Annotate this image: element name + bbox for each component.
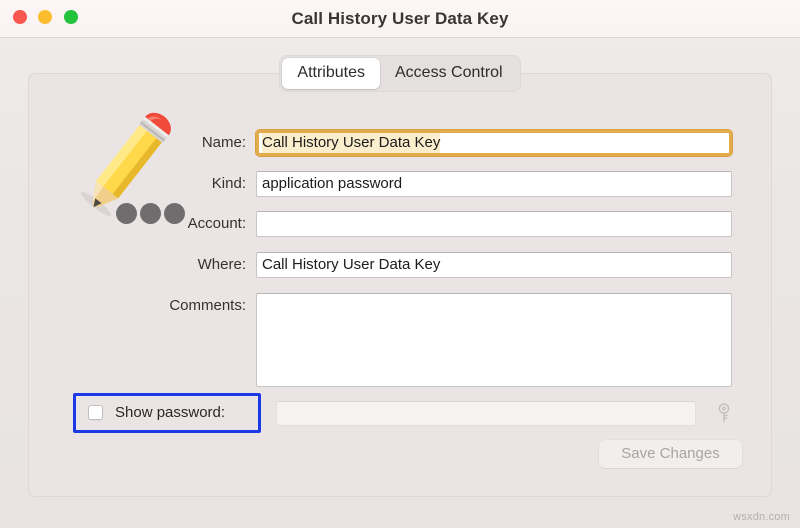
name-input-value: Call History User Data Key (262, 133, 440, 153)
title-bar: Call History User Data Key (0, 0, 800, 38)
name-input[interactable]: Call History User Data Key (256, 130, 732, 156)
row-account: Account: (28, 211, 732, 237)
password-input[interactable] (276, 401, 696, 426)
comments-input[interactable] (256, 293, 732, 387)
label-comments: Comments: (28, 293, 256, 319)
label-account: Account: (28, 211, 256, 237)
window-title: Call History User Data Key (0, 0, 800, 38)
tab-attributes[interactable]: Attributes (282, 58, 380, 89)
row-name: Name: Call History User Data Key (28, 130, 732, 156)
row-kind: Kind: application password (28, 171, 732, 197)
tab-bar: Attributes Access Control (0, 55, 800, 92)
row-where: Where: Call History User Data Key (28, 252, 732, 278)
label-where: Where: (28, 252, 256, 278)
pencil-icon (66, 103, 216, 228)
segmented-control: Attributes Access Control (279, 55, 520, 92)
watermark: wsxdn.com (733, 511, 790, 523)
keychain-item-window: Call History User Data Key Attributes Ac… (0, 0, 800, 528)
label-name: Name: (28, 130, 256, 156)
where-input[interactable]: Call History User Data Key (256, 252, 732, 278)
tab-access-control[interactable]: Access Control (380, 58, 518, 89)
label-kind: Kind: (28, 171, 256, 197)
save-changes-button[interactable]: Save Changes (599, 440, 742, 468)
show-password-checkbox[interactable] (88, 405, 103, 420)
show-password-row: Show password: (28, 393, 772, 433)
key-icon[interactable] (711, 400, 737, 426)
account-input[interactable] (256, 211, 732, 237)
row-comments: Comments: (28, 293, 732, 387)
show-password-label: Show password: (115, 405, 225, 421)
kind-input[interactable]: application password (256, 171, 732, 197)
attributes-panel: Name: Call History User Data Key Kind: a… (28, 73, 772, 497)
